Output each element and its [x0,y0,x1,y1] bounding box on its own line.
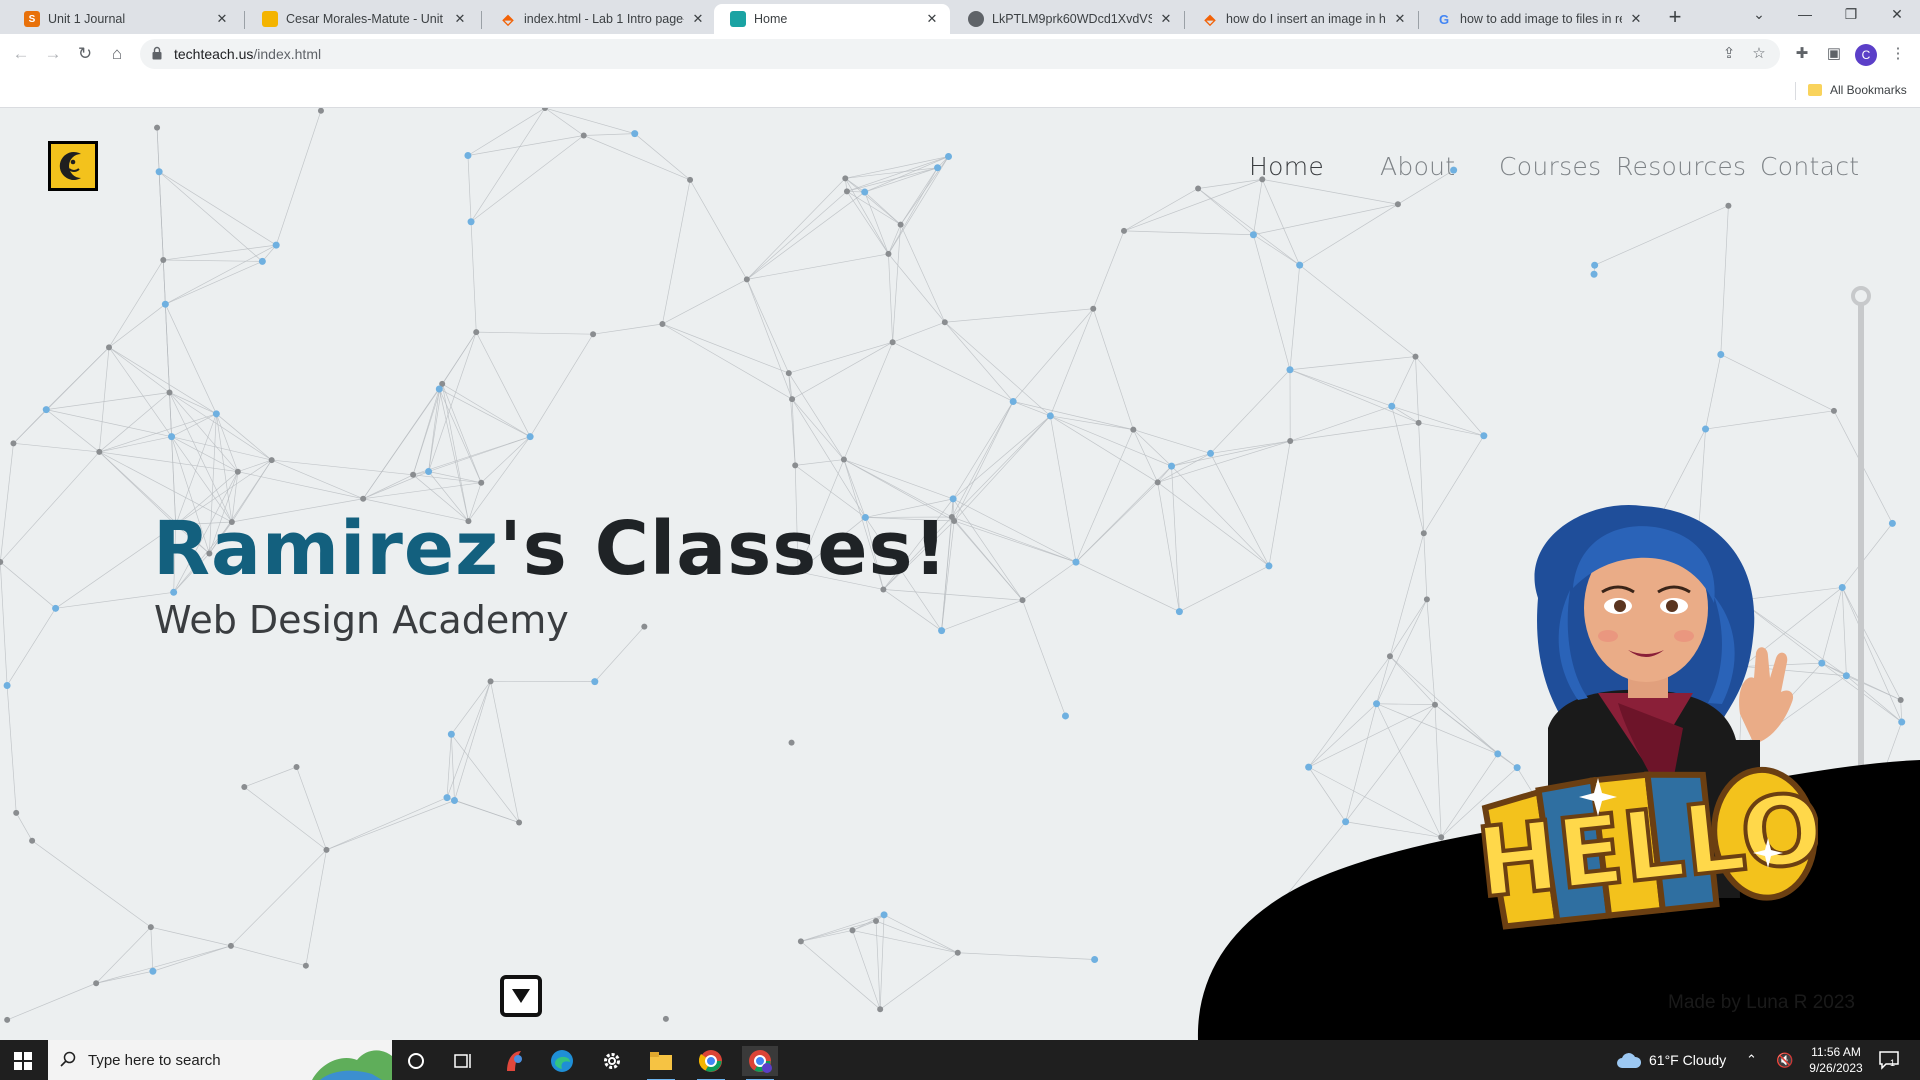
minimize-icon[interactable]: — [1782,0,1828,30]
cloud-weather-icon[interactable] [1616,1051,1642,1069]
url-text: techteach.us/index.html [174,46,322,62]
close-icon[interactable]: ✕ [1392,11,1408,27]
search-highlight-illustration [312,1050,392,1080]
profile-avatar[interactable]: C [1855,44,1877,66]
close-icon[interactable]: ✕ [690,11,706,27]
paint-app-icon[interactable] [496,1046,532,1076]
file-explorer-icon[interactable] [643,1046,679,1080]
screen: S Unit 1 Journal ✕ Cesar Morales-Matute … [0,0,1920,1080]
task-view-icon[interactable] [446,1046,482,1076]
browser-toolbar: ← → ↻ ⌂ techteach.us/index.html ⇪ ☆ ✚ ▣ … [0,34,1920,74]
replit-icon: ⬘ [1204,10,1216,27]
all-bookmarks-button[interactable]: All Bookmarks [1830,83,1907,97]
chevron-down-icon [512,989,530,1003]
new-tab-button[interactable]: + [1662,4,1688,30]
tab-title: how to add image to files in rep [1460,12,1622,26]
tab-title: Unit 1 Journal [48,12,126,26]
chrome-profile-icon[interactable] [742,1046,778,1080]
notification-center-icon[interactable]: 1 [1878,1050,1900,1070]
tab-title: index.html - Lab 1 Intro page-Ce [524,12,684,26]
back-icon[interactable]: ← [8,42,34,68]
site-logo[interactable] [48,141,98,191]
weather-text[interactable]: 61°F Cloudy [1649,1052,1726,1068]
google-icon: G [1438,11,1450,27]
page-scroll-handle[interactable] [1851,286,1871,306]
close-icon[interactable]: ✕ [452,11,468,27]
browser-tab-strip: S Unit 1 Journal ✕ Cesar Morales-Matute … [0,0,1920,34]
windows-taskbar: Type here to search 61°F Cloudy ⌃ 🔇 11:5… [0,1040,1920,1080]
address-bar[interactable]: techteach.us/index.html ⇪ ☆ [140,39,1780,69]
tab-title: how do I insert an image in htm [1226,12,1386,26]
system-clock[interactable]: 11:56 AM 9/26/2023 [1808,1044,1864,1076]
bookmark-star-icon[interactable]: ☆ [1750,45,1768,63]
tab-insert-image[interactable]: ⬘ how do I insert an image in htm ✕ [1186,4,1418,34]
notification-count: 1 [1890,1058,1896,1068]
tab-unit-1-journal[interactable]: S Unit 1 Journal ✕ [8,4,240,34]
schoology-icon: S [24,11,40,27]
moon-logo-icon [59,152,81,180]
cortana-icon[interactable] [398,1046,434,1076]
scroll-down-button[interactable] [500,975,542,1017]
bookmarks-bar: All Bookmarks [0,74,1920,108]
tab-title: Home [754,12,788,26]
tab-lkptlm[interactable]: LkPTLM9prk60WDcd1XvdVS89N ✕ [952,4,1184,34]
tab-google-search[interactable]: G how to add image to files in rep ✕ [1420,4,1654,34]
bitmoji-avatar: HELLO [1478,504,1818,930]
extensions-icon[interactable]: ✚ [1790,42,1814,66]
tab-cesar-journal[interactable]: Cesar Morales-Matute - Unit Jou ✕ [246,4,478,34]
lock-icon [152,46,162,60]
nav-resources[interactable]: Resources [1616,152,1746,181]
hero-title: Ramirez's Classes! [153,506,948,592]
windows-start-icon[interactable] [14,1052,32,1070]
clock-date: 9/26/2023 [1809,1061,1863,1075]
tab-home[interactable]: Home ✕ [714,4,950,34]
hero-subtitle: Web Design Academy [154,598,569,642]
tab-search-icon[interactable]: ⌄ [1736,0,1782,30]
taskbar-search-box[interactable]: Type here to search [48,1040,392,1080]
restore-icon[interactable]: ❐ [1828,0,1874,30]
volume-muted-icon[interactable]: 🔇 [1776,1052,1793,1069]
edge-browser-icon[interactable] [544,1046,580,1076]
site-icon [730,11,746,27]
search-icon [60,1051,76,1067]
search-placeholder: Type here to search [88,1052,221,1069]
tab-title: Cesar Morales-Matute - Unit Jou [286,12,446,26]
close-icon[interactable]: ✕ [1158,11,1174,27]
forward-icon[interactable]: → [40,42,66,68]
settings-gear-icon[interactable] [594,1046,630,1076]
side-panel-icon[interactable]: ▣ [1822,42,1846,66]
chrome-icon[interactable] [693,1046,729,1080]
replit-icon: ⬘ [502,10,514,27]
folder-icon [1808,84,1822,96]
page-scroll-track[interactable] [1858,290,1864,850]
home-icon[interactable]: ⌂ [104,42,130,68]
hero-title-rest: 's Classes! [499,506,949,592]
nav-courses[interactable]: Courses [1499,152,1601,181]
clock-time: 11:56 AM [1811,1045,1861,1059]
nav-home[interactable]: Home [1249,152,1324,181]
globe-icon [968,11,984,27]
close-window-icon[interactable]: ✕ [1874,0,1920,30]
close-icon[interactable]: ✕ [924,11,940,27]
close-icon[interactable]: ✕ [1628,11,1644,27]
tab-title: LkPTLM9prk60WDcd1XvdVS89N [992,12,1152,26]
hero-title-name: Ramirez [153,506,500,592]
nav-about[interactable]: About [1380,152,1455,181]
share-icon[interactable]: ⇪ [1720,45,1738,63]
menu-icon[interactable]: ⋮ [1886,42,1910,66]
tab-index-html[interactable]: ⬘ index.html - Lab 1 Intro page-Ce ✕ [484,4,716,34]
tray-chevron-up-icon[interactable]: ⌃ [1746,1052,1757,1068]
close-icon[interactable]: ✕ [214,11,230,27]
nav-contact[interactable]: Contact [1760,152,1859,181]
reload-icon[interactable]: ↻ [72,42,98,68]
slides-icon [262,11,278,27]
web-page: Home About Courses Resources Contact Ram… [0,108,1920,1040]
